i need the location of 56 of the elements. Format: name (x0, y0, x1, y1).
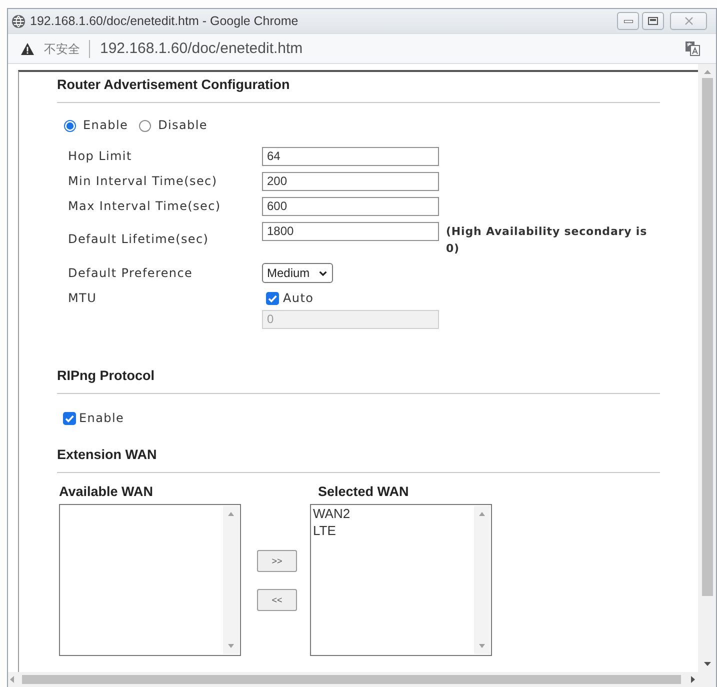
minimize-icon (624, 20, 632, 22)
section-title: RIPng Protocol (57, 368, 154, 383)
maximize-button[interactable] (642, 12, 664, 30)
radio-label: Enable (83, 117, 128, 134)
vertical-scrollbar[interactable] (698, 64, 716, 672)
section-title: Extension WAN (57, 447, 157, 462)
preference-dropdown[interactable]: Medium (262, 263, 333, 283)
input-field[interactable]: 64 (262, 147, 439, 166)
address-bar[interactable]: 不安全 192.168.1.60/doc/enetedit.htm (8, 33, 716, 64)
arrow-up-icon[interactable] (479, 512, 485, 516)
minimize-button[interactable] (617, 12, 639, 30)
wan-listbox[interactable] (59, 504, 241, 656)
warning-icon (21, 42, 34, 54)
wan-listbox[interactable]: WAN2 LTE (310, 504, 492, 656)
chevron-down-icon (319, 270, 327, 276)
field-label: Default Preference (68, 264, 193, 282)
translate-icon[interactable] (685, 41, 700, 56)
scrollbar-thumb[interactable] (22, 675, 681, 684)
checkbox[interactable] (63, 412, 76, 424)
move-button[interactable]: >> (257, 550, 297, 572)
list-scrollbar[interactable] (474, 506, 490, 654)
field-label: Default Lifetime(sec) (68, 231, 209, 248)
radio-button[interactable] (64, 120, 76, 132)
arrow-up-icon[interactable] (228, 512, 234, 516)
list-item[interactable]: WAN2 (313, 505, 471, 522)
window-title: 192.168.1.60/doc/enetedit.htm - Google Chrome (30, 13, 298, 29)
close-button[interactable] (670, 12, 707, 30)
close-icon (684, 17, 692, 25)
move-button[interactable]: << (257, 589, 297, 611)
list-scrollbar[interactable] (223, 506, 239, 654)
list-label: Selected WAN (318, 484, 409, 500)
checkbox-label: Enable (79, 410, 124, 426)
scrollbar-thumb[interactable] (702, 78, 712, 596)
field-label: Min Interval Time(sec) (68, 173, 218, 190)
checkbox-label: Auto (283, 290, 314, 306)
arrow-right-icon[interactable] (691, 676, 695, 683)
radio-label: Disable (158, 117, 208, 134)
section-title: Router Advertisement Configuration (57, 77, 290, 92)
field-label: MTU (68, 290, 97, 307)
list-item[interactable]: LTE (313, 522, 471, 539)
globe-icon (12, 14, 25, 28)
url-text[interactable]: 192.168.1.60/doc/enetedit.htm (89, 40, 303, 58)
arrow-up-icon[interactable] (704, 70, 710, 74)
field-label: Max Interval Time(sec) (68, 198, 221, 215)
horizontal-scrollbar[interactable] (8, 672, 716, 687)
input-field[interactable]: 1800 (262, 222, 439, 241)
note-text: (High Availability secondary is 0) (446, 224, 648, 257)
security-status-text: 不安全 (44, 40, 80, 56)
field-label: Hop Limit (68, 148, 132, 165)
maximize-icon (648, 17, 658, 25)
input-field[interactable]: 200 (262, 172, 439, 191)
radio-button[interactable] (139, 120, 152, 132)
arrow-left-icon[interactable] (10, 676, 14, 683)
input-field[interactable]: 600 (262, 197, 439, 216)
arrow-down-icon[interactable] (704, 662, 710, 666)
list-label: Available WAN (59, 484, 154, 500)
